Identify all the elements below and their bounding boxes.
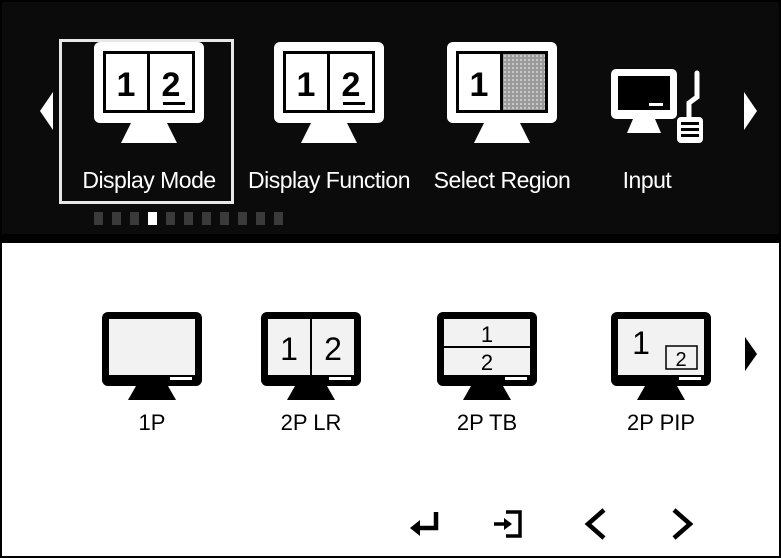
svg-text:1: 1 — [297, 66, 316, 104]
monitor-left-right-icon: 1 2 — [261, 312, 361, 400]
svg-text:2: 2 — [342, 66, 361, 104]
option-2p-lr[interactable]: 1 2 2P LR — [246, 310, 376, 440]
divider — [2, 234, 779, 243]
split-monitor-icon: 1 2 — [274, 42, 384, 143]
exit-icon[interactable] — [488, 504, 528, 544]
option-label: 2P LR — [280, 410, 342, 435]
monitor-top-bottom-icon: 1 2 — [437, 312, 537, 400]
svg-text:2: 2 — [675, 349, 686, 371]
previous-icon[interactable] — [576, 504, 616, 544]
svg-text:2: 2 — [481, 350, 493, 375]
osd-window: 1 2 Display Mode 1 2 Display Function 1 … — [0, 0, 781, 558]
page-dot — [274, 212, 283, 225]
menu-item-display-mode[interactable]: 1 2 Display Mode — [65, 39, 233, 207]
page-indicator — [94, 212, 314, 226]
region-monitor-icon: 1 — [447, 42, 557, 143]
page-dot — [130, 212, 139, 225]
menu-item-label: Input — [622, 167, 672, 193]
menu-scroll-left-icon[interactable] — [40, 92, 53, 130]
next-icon[interactable] — [662, 504, 702, 544]
page-dot — [166, 212, 175, 225]
option-label: 2P PIP — [626, 410, 696, 435]
menu-item-label: Display Mode — [82, 167, 216, 193]
monitor-keyboard-icon — [611, 69, 703, 143]
page-dot — [238, 212, 247, 225]
option-label: 2P TB — [456, 410, 518, 435]
page-dot — [202, 212, 211, 225]
menu-item-label: Select Region — [433, 167, 571, 193]
main-menu-bar: 1 2 Display Mode 1 2 Display Function 1 … — [2, 2, 779, 234]
monitor-pip-icon: 1 2 — [611, 312, 711, 400]
option-2p-pip[interactable]: 1 2 2P PIP — [596, 310, 726, 440]
svg-text:1: 1 — [117, 66, 136, 104]
page-dot — [184, 212, 193, 225]
page-dot — [256, 212, 265, 225]
option-label: 1P — [138, 410, 166, 435]
svg-text:1: 1 — [280, 331, 298, 367]
menu-item-input[interactable]: Input — [587, 39, 707, 207]
options-scroll-right-icon[interactable] — [745, 337, 757, 371]
svg-text:1: 1 — [632, 325, 650, 361]
page-dot — [148, 212, 157, 225]
svg-text:1: 1 — [470, 66, 489, 104]
menu-scroll-right-icon[interactable] — [744, 92, 757, 130]
menu-item-display-function[interactable]: 1 2 Display Function — [241, 39, 417, 207]
menu-item-select-region[interactable]: 1 Select Region — [422, 39, 582, 207]
svg-text:2: 2 — [162, 66, 181, 104]
option-2p-tb[interactable]: 1 2 2P TB — [422, 310, 552, 440]
enter-icon[interactable] — [406, 504, 446, 544]
page-dot — [94, 212, 103, 225]
single-monitor-icon — [102, 312, 202, 400]
svg-text:2: 2 — [324, 331, 342, 367]
split-monitor-icon: 1 2 — [94, 42, 204, 143]
page-dot — [112, 212, 121, 225]
menu-item-label: Display Function — [247, 167, 411, 193]
svg-text:1: 1 — [481, 322, 493, 347]
option-1p[interactable]: 1P — [87, 310, 217, 440]
page-dot — [220, 212, 229, 225]
